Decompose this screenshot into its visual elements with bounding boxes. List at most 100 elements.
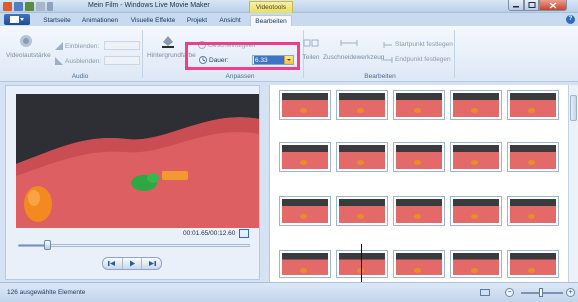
seek-bar[interactable] xyxy=(18,244,250,247)
preview-timecode: 00:01.65/00:12.60 xyxy=(183,230,236,237)
zoom-slider-thumb[interactable] xyxy=(539,288,543,297)
storyboard-clip[interactable] xyxy=(279,142,331,172)
storyboard-clip[interactable] xyxy=(336,90,388,120)
playback-controls xyxy=(102,257,162,270)
set-end-point-label: Endpunkt festlegen xyxy=(395,56,451,63)
app-menu-button[interactable] xyxy=(4,14,30,25)
fade-in-icon xyxy=(55,42,63,50)
previous-frame-button[interactable] xyxy=(103,258,122,269)
minimize-icon xyxy=(513,6,519,8)
clip-thumbnail xyxy=(282,145,328,169)
storyboard-clip[interactable] xyxy=(393,90,445,120)
play-button[interactable] xyxy=(121,258,142,269)
storyboard-scrollbar[interactable] xyxy=(568,85,578,282)
duration-dropdown-button[interactable] xyxy=(284,56,293,64)
trim-tool-button[interactable]: Zuschneidewerkzeug xyxy=(323,38,384,61)
trim-tool-label: Zuschneidewerkzeug xyxy=(323,54,385,61)
chevron-down-icon xyxy=(287,59,291,61)
video-frame-image xyxy=(16,94,259,228)
clip-thumbnail xyxy=(510,253,556,275)
fade-out-select[interactable] xyxy=(104,56,140,65)
storyboard-clip[interactable] xyxy=(393,142,445,172)
clip-thumbnail xyxy=(453,199,499,223)
fade-in-select[interactable] xyxy=(104,41,140,50)
tab-startseite[interactable]: Startseite xyxy=(40,15,74,26)
storyboard-clip[interactable] xyxy=(393,196,445,226)
redo-icon[interactable] xyxy=(36,2,45,11)
maximize-button[interactable] xyxy=(524,0,539,11)
tab-animationen[interactable]: Animationen xyxy=(80,15,120,26)
clip-thumbnail xyxy=(282,93,328,117)
video-volume-button[interactable]: Videolautstärke xyxy=(6,34,51,59)
tab-projekt[interactable]: Projekt xyxy=(185,15,209,26)
tab-visuelle-effekte[interactable]: Visuelle Effekte xyxy=(128,15,178,26)
selection-count: 126 ausgewählte Elemente xyxy=(7,289,86,296)
storyboard-clip[interactable] xyxy=(279,196,331,226)
storyboard-clip[interactable] xyxy=(450,142,502,172)
storyboard-clip[interactable] xyxy=(336,142,388,172)
storyboard-clip[interactable] xyxy=(507,196,559,226)
clip-thumbnail xyxy=(510,93,556,117)
duration-input[interactable] xyxy=(254,56,284,64)
fade-in-label: Einblenden: xyxy=(65,42,100,50)
tab-bearbeiten[interactable]: Bearbeiten xyxy=(250,15,292,26)
monitor-icon[interactable] xyxy=(480,289,490,297)
clip-thumbnail xyxy=(453,93,499,117)
storyboard-clip[interactable] xyxy=(450,196,502,226)
window-title: Mein Film - Windows Live Movie Maker xyxy=(88,2,210,9)
group-separator xyxy=(454,30,455,78)
scrollbar-thumb[interactable] xyxy=(570,95,577,121)
set-start-point-label: Startpunkt festlegen xyxy=(395,41,453,48)
storyboard-clip[interactable] xyxy=(507,142,559,172)
storyboard-clip[interactable] xyxy=(450,90,502,120)
save-icon[interactable] xyxy=(14,2,23,11)
zoom-in-button[interactable]: + xyxy=(566,288,575,297)
group-separator xyxy=(142,30,143,78)
video-preview xyxy=(16,94,259,228)
storyboard-clip[interactable] xyxy=(336,196,388,226)
video-volume-label: Videolautstärke xyxy=(6,52,51,59)
quick-access-toolbar xyxy=(3,2,53,11)
qat-dropdown-icon[interactable] xyxy=(47,2,53,11)
storyboard-clip[interactable] xyxy=(393,250,445,278)
fade-out-control[interactable]: Ausblenden: xyxy=(55,57,101,65)
clip-thumbnail xyxy=(510,199,556,223)
status-bar: 126 ausgewählte Elemente − + xyxy=(0,282,578,302)
storyboard-clip[interactable] xyxy=(507,90,559,120)
close-button[interactable] xyxy=(539,0,567,11)
split-button[interactable]: Teilen xyxy=(296,38,326,61)
next-frame-button[interactable] xyxy=(141,258,161,269)
split-label: Teilen xyxy=(302,54,320,61)
maximize-icon xyxy=(528,2,535,8)
tab-ansicht[interactable]: Ansicht xyxy=(218,15,242,26)
help-icon[interactable]: ? xyxy=(566,15,575,24)
minimize-button[interactable] xyxy=(508,0,524,11)
set-end-point-control[interactable]: Endpunkt festlegen xyxy=(383,56,451,63)
zoom-out-button[interactable]: − xyxy=(505,288,514,297)
background-color-button[interactable]: Hintergrundfarbe xyxy=(147,34,196,59)
menu-icon xyxy=(10,16,24,23)
undo-icon[interactable] xyxy=(25,2,34,11)
storyboard-clip[interactable] xyxy=(507,250,559,278)
seek-thumb[interactable] xyxy=(44,240,51,250)
preview-pane xyxy=(5,85,260,280)
storyboard-clip[interactable] xyxy=(450,250,502,278)
ribbon-tabs: Startseite Animationen Visuelle Effekte … xyxy=(0,13,578,26)
close-icon xyxy=(549,2,557,9)
fullscreen-preview-icon[interactable] xyxy=(239,229,249,238)
fade-out-icon xyxy=(55,57,63,65)
duration-combobox[interactable] xyxy=(252,55,294,65)
group-label-edit: Bearbeiten xyxy=(364,73,396,80)
start-point-icon xyxy=(383,41,392,48)
title-bar: Mein Film - Windows Live Movie Maker Vid… xyxy=(0,0,578,13)
clip-thumbnail xyxy=(396,199,442,223)
storyboard-clip[interactable] xyxy=(279,250,331,278)
set-start-point-control[interactable]: Startpunkt festlegen xyxy=(383,41,453,48)
fade-in-control[interactable]: Einblenden: xyxy=(55,42,99,50)
storyboard-clip[interactable] xyxy=(336,250,388,278)
group-label-adjust: Anpassen xyxy=(225,73,255,80)
app-icon[interactable] xyxy=(3,2,12,11)
storyboard-playhead[interactable] xyxy=(361,244,362,284)
storyboard-clip[interactable] xyxy=(279,90,331,120)
clip-thumbnail xyxy=(453,145,499,169)
